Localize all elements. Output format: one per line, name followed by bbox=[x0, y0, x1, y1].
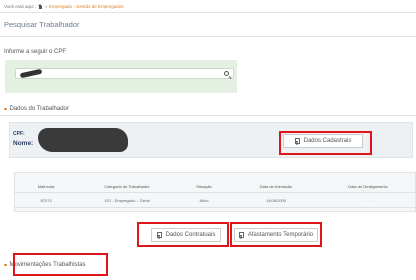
column-header: Data de Admissão bbox=[259, 184, 293, 189]
bullet-icon bbox=[4, 263, 7, 267]
highlight-dados-cadastrais bbox=[279, 131, 372, 155]
breadcrumb-path[interactable]: » Empregado › Gestão de Empregados bbox=[45, 4, 124, 9]
home-icon[interactable] bbox=[38, 3, 43, 9]
search-icon[interactable] bbox=[224, 71, 229, 76]
highlight-dados-contratuais bbox=[137, 222, 229, 247]
worker-cpf-label: CPF: bbox=[13, 131, 25, 137]
page-title: Pesquisar Trabalhador bbox=[4, 20, 80, 29]
highlight-movimentacoes bbox=[13, 253, 108, 276]
redacted-worker-info bbox=[38, 128, 128, 152]
column-header: Categoria do Trabalhador bbox=[104, 184, 150, 189]
cell-situacao: Ativo bbox=[199, 198, 209, 203]
cell-admissao: 14/06/2000 bbox=[265, 198, 287, 203]
highlight-afastamento-temporario bbox=[230, 222, 322, 247]
redacted-cpf-value bbox=[19, 68, 43, 79]
worker-name-label: Nome: bbox=[13, 140, 34, 147]
header-divider bbox=[0, 12, 416, 13]
breadcrumb-prefix: Você está aqui : bbox=[4, 3, 37, 9]
cell-categoria: 101 - Empregado – Geral bbox=[104, 198, 150, 203]
table-row[interactable]: 87073 101 - Empregado – Geral Ativo 14/0… bbox=[14, 195, 416, 206]
table-header-row: Matrícula Categoria do Trabalhador Situa… bbox=[14, 181, 416, 192]
worker-section-title: Dados do Trabalhador bbox=[9, 106, 69, 112]
cell-matricula: 87073 bbox=[40, 198, 52, 203]
breadcrumb: Você está aqui : » Empregado › Gestão de… bbox=[4, 1, 124, 11]
cpf-search-panel bbox=[5, 60, 237, 93]
bullet-icon bbox=[4, 107, 7, 111]
table-divider bbox=[14, 192, 416, 193]
title-divider bbox=[0, 36, 416, 37]
column-header: Situação bbox=[196, 184, 212, 189]
column-header: Data do Desligamento bbox=[348, 184, 388, 189]
cell-desligamento: - bbox=[367, 198, 369, 203]
cpf-search-input[interactable] bbox=[15, 68, 234, 79]
worker-section-heading: Dados do Trabalhador bbox=[4, 106, 69, 112]
table-divider bbox=[14, 207, 416, 208]
cpf-search-label: Informe a seguir o CPF bbox=[4, 49, 67, 55]
worker-section-divider bbox=[0, 115, 416, 116]
column-header: Matrícula bbox=[37, 184, 55, 189]
